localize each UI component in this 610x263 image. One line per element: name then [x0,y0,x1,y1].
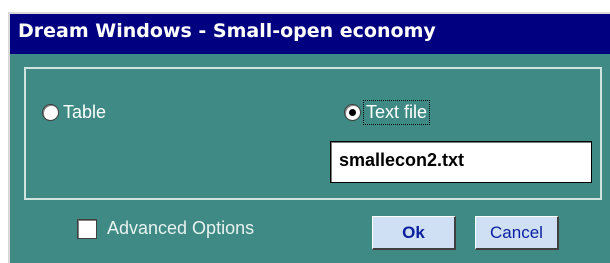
radio-table-circle[interactable] [42,104,59,121]
radio-table[interactable]: Table [42,102,106,123]
title-bar: Dream Windows - Small-open economy [10,14,610,54]
radio-selected-dot [349,109,356,116]
filename-input[interactable]: smallecon2.txt [330,141,592,183]
source-group: Table Text file smallecon2.txt [24,67,602,200]
cancel-button[interactable]: Cancel [475,216,559,250]
advanced-options-label[interactable]: Advanced Options [107,218,254,239]
radio-table-label[interactable]: Table [63,102,106,123]
ok-button[interactable]: Ok [372,216,456,250]
radio-text-file[interactable]: Text file [344,100,431,125]
advanced-options-toggle[interactable]: Advanced Options [77,218,254,239]
advanced-options-checkbox[interactable] [77,218,97,239]
radio-text-file-circle[interactable] [344,104,361,121]
window-title: Dream Windows - Small-open economy [18,20,436,42]
radio-text-file-label[interactable]: Text file [362,100,431,125]
dialog-window: Dream Windows - Small-open economy Table… [8,12,610,263]
